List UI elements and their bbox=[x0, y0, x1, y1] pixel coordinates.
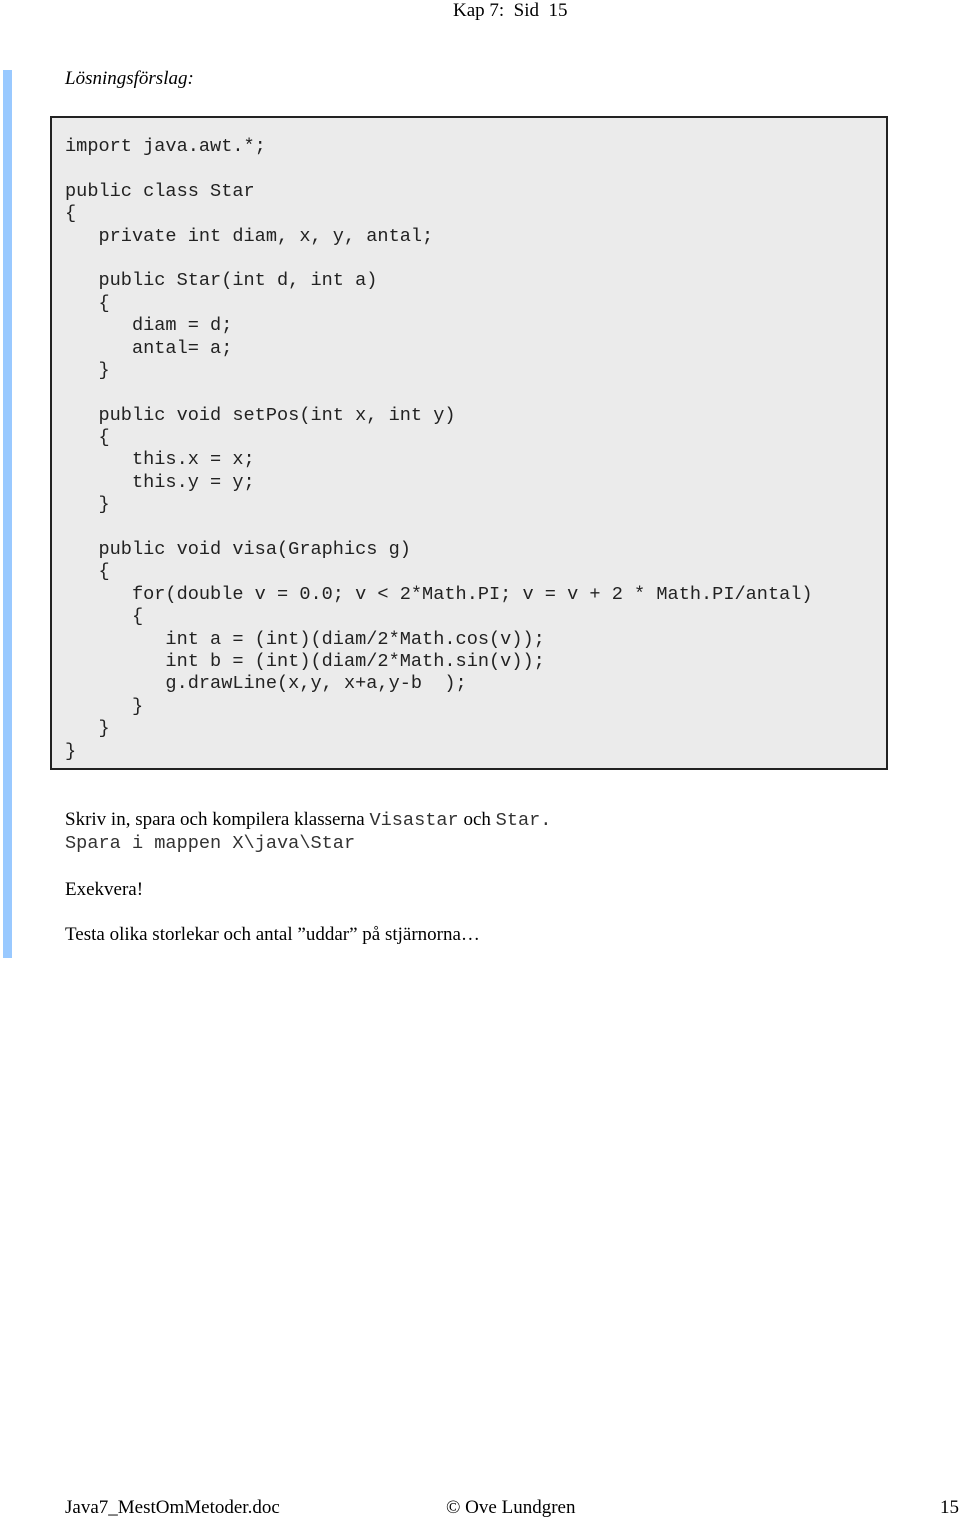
code-line: private int diam, x, y, antal; bbox=[65, 225, 434, 247]
class-name-visastar: Visastar bbox=[369, 810, 459, 831]
code-line: public Star(int d, int a) bbox=[65, 270, 378, 292]
test-instruction: Testa olika storlekar och antal ”uddar” … bbox=[65, 924, 480, 945]
code-line: } bbox=[65, 718, 110, 740]
save-folder-instruction: Spara i mappen X\java\Star bbox=[65, 833, 356, 854]
execute-instruction: Exekvera! bbox=[65, 878, 144, 900]
instructions: Skriv in, spara och kompilera klasserna … bbox=[65, 808, 551, 946]
code-line: public class Star bbox=[65, 180, 255, 202]
code-line: this.x = x; bbox=[65, 449, 255, 471]
code-line: { bbox=[65, 292, 110, 314]
code-line: antal= a; bbox=[65, 337, 233, 359]
code-line: } bbox=[65, 359, 110, 381]
code-line: { bbox=[65, 561, 110, 583]
code-line: import java.awt.*; bbox=[65, 136, 266, 157]
solution-heading: Lösningsförslag: bbox=[65, 68, 194, 89]
compile-text: Skriv in, spara och kompilera klasserna bbox=[65, 809, 370, 830]
code-line: g.drawLine(x,y, x+a,y-b ); bbox=[65, 673, 467, 695]
compile-instruction: Skriv in, spara och kompilera klasserna … bbox=[65, 808, 551, 832]
code-line: int a = (int)(diam/2*Math.cos(v)); bbox=[65, 628, 545, 650]
footer-author: © Ove Lundgren bbox=[446, 1497, 576, 1518]
class-name-star: Star. bbox=[495, 810, 552, 831]
code-line: } bbox=[65, 740, 77, 762]
code-line: int b = (int)(diam/2*Math.sin(v)); bbox=[65, 650, 545, 672]
code-listing: import java.awt.*; public class Star{ pri… bbox=[65, 136, 813, 763]
and-text: och bbox=[458, 809, 496, 830]
code-line: } bbox=[65, 695, 144, 717]
code-line: { bbox=[65, 606, 144, 628]
code-block: import java.awt.*; public class Star{ pri… bbox=[50, 116, 888, 770]
footer-filename: Java7_MestOmMetoder.doc bbox=[65, 1497, 280, 1518]
code-line: public void visa(Graphics g) bbox=[65, 539, 411, 561]
code-line: { bbox=[65, 427, 110, 449]
code-line: for(double v = 0.0; v < 2*Math.PI; v = v… bbox=[65, 583, 813, 605]
code-line: diam = d; bbox=[65, 315, 233, 337]
page-header: Kap 7: Sid 15 bbox=[453, 0, 568, 21]
code-line: } bbox=[65, 494, 110, 516]
code-line: public void setPos(int x, int y) bbox=[65, 404, 456, 426]
code-line: this.y = y; bbox=[65, 471, 255, 493]
code-line: { bbox=[65, 203, 77, 225]
footer-page-number: 15 bbox=[940, 1497, 959, 1518]
change-bar bbox=[3, 70, 12, 958]
